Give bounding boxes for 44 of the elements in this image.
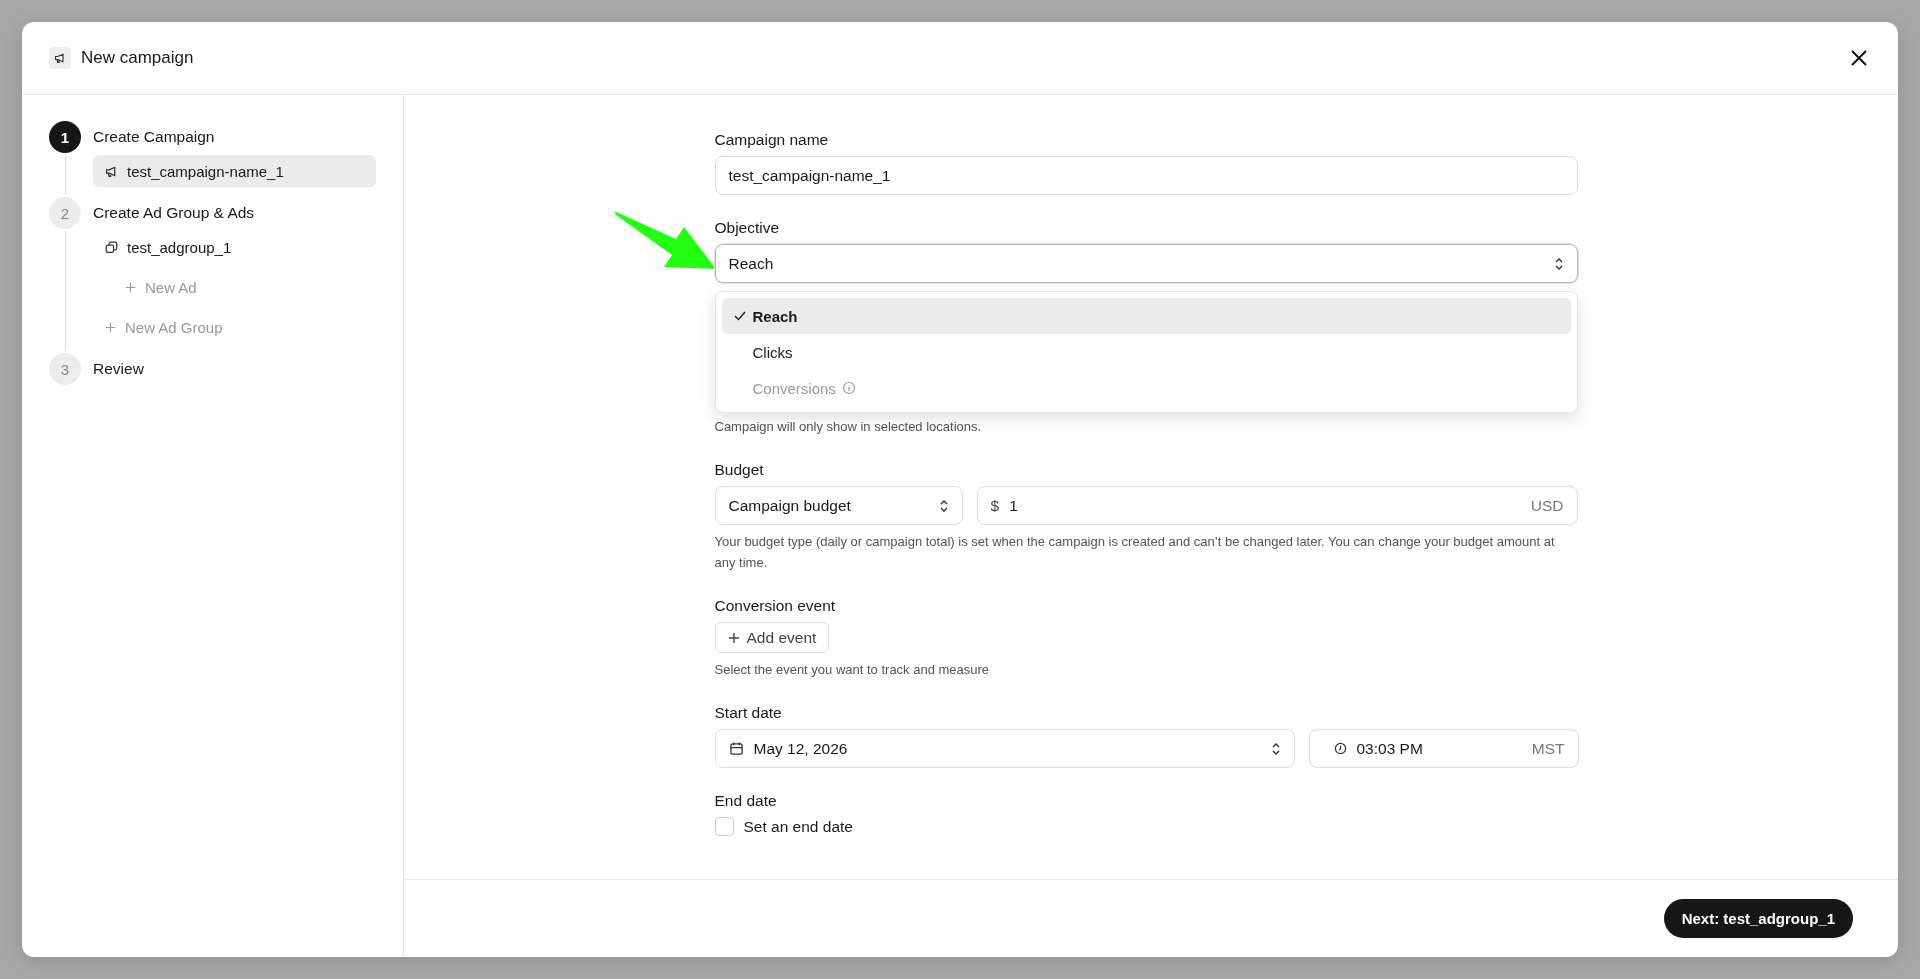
info-icon bbox=[841, 381, 856, 395]
step-number: 3 bbox=[49, 353, 81, 385]
plus-icon bbox=[105, 321, 116, 333]
chevron-updown-icon bbox=[938, 498, 949, 513]
help-text: Campaign will only show in selected locations. bbox=[714, 418, 983, 436]
budget-amount-field[interactable]: $ 1 USD bbox=[976, 486, 1578, 525]
chevron-updown-icon bbox=[1553, 256, 1564, 271]
field-label: End date bbox=[714, 792, 778, 810]
checkbox[interactable] bbox=[714, 817, 734, 836]
plus-icon bbox=[727, 631, 740, 644]
chevron-updown-icon bbox=[1270, 741, 1281, 756]
help-text: Select the event you want to track and measure bbox=[714, 661, 991, 679]
calendar-icon bbox=[728, 741, 744, 756]
checkbox-label: Set an end date bbox=[743, 817, 853, 836]
clock-icon bbox=[1333, 742, 1347, 755]
time-field[interactable]: 03:03 PM MST bbox=[1308, 729, 1579, 768]
dropdown-option[interactable]: Reach bbox=[721, 298, 1571, 334]
plus-icon bbox=[125, 281, 136, 293]
sidebar-item[interactable]: test_campaign-name_1 bbox=[93, 155, 376, 187]
campaign-name-field[interactable]: test_campaign-name_1 bbox=[714, 156, 1578, 195]
step-number: 2 bbox=[49, 197, 81, 229]
stacked-squares-icon bbox=[105, 240, 118, 254]
step-label[interactable]: Create Campaign bbox=[93, 121, 376, 153]
sidebar-item[interactable]: test_adgroup_1 bbox=[93, 231, 376, 263]
field-label: Start date bbox=[714, 704, 783, 722]
next-button[interactable]: Next: test_adgroup_1 bbox=[1663, 899, 1853, 938]
field-label: Objective bbox=[714, 219, 781, 237]
megaphone-icon bbox=[105, 164, 118, 178]
dialog-title: New campaign bbox=[81, 48, 195, 68]
step-label[interactable]: Create Ad Group & Ads bbox=[93, 197, 376, 229]
budget-type-select[interactable]: Campaign budget bbox=[714, 486, 963, 525]
checkmark-icon bbox=[733, 311, 746, 321]
field-label: Conversion event bbox=[714, 597, 837, 615]
megaphone-icon bbox=[54, 52, 66, 64]
step-label[interactable]: Review bbox=[93, 353, 376, 385]
dropdown-option[interactable]: Clicks bbox=[721, 334, 1571, 370]
field-label: Budget bbox=[714, 461, 765, 479]
date-select[interactable]: May 12, 2026 bbox=[714, 729, 1295, 768]
field-label: Campaign name bbox=[714, 131, 830, 149]
help-text: Your budget type (daily or campaign total) is set when the campaign is created and can’t be changed later. You can change your budget amount at any time. bbox=[714, 533, 1556, 572]
objective-select[interactable]: Reach bbox=[714, 244, 1578, 283]
close-icon bbox=[1850, 49, 1868, 67]
add-event-button[interactable]: Add event bbox=[714, 622, 830, 653]
step-number: 1 bbox=[49, 121, 81, 153]
